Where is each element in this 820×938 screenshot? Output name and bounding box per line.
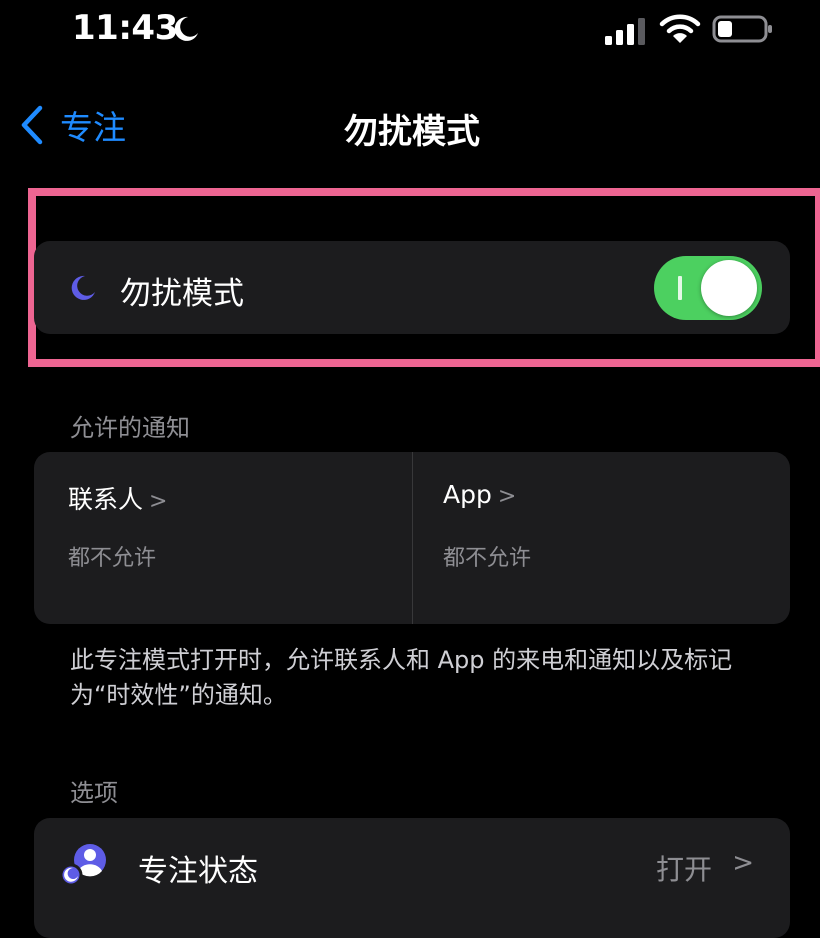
wifi-icon — [659, 14, 701, 43]
people-value: 都不允许 — [68, 546, 157, 571]
focus-status-label: 专注状态 — [138, 854, 258, 889]
navigation-bar: 专注 勿扰模式 — [0, 88, 820, 158]
focus-status-value: 打开 — [655, 853, 712, 886]
options-header: 选项 — [70, 779, 118, 807]
dnd-toggle-switch[interactable] — [654, 256, 762, 320]
allowed-notifications-header: 允许的通知 — [70, 414, 190, 442]
focus-status-row[interactable]: 专注状态 打开 > — [34, 818, 790, 938]
page-title: 勿扰模式 — [344, 112, 480, 152]
allowed-notifications-footnote: 此专注模式打开时，允许联系人和 App 的来电和通知以及标记为“时效性”的通知。 — [70, 646, 733, 709]
apps-value: 都不允许 — [443, 546, 532, 571]
signal-icon — [605, 18, 645, 45]
moon-icon — [71, 275, 95, 300]
chevron-right-icon: > — [732, 848, 754, 878]
apps-cell[interactable]: App > 都不允许 — [412, 452, 790, 624]
people-cell[interactable]: 联系人 > 都不允许 — [34, 452, 412, 624]
moon-icon — [174, 16, 198, 41]
chevron-right-icon: > — [497, 484, 517, 509]
toggle-on-mark — [678, 276, 682, 300]
chevron-right-icon: > — [149, 489, 168, 514]
status-time: 11:43 — [72, 8, 178, 48]
focus-status-icon — [59, 844, 106, 887]
dnd-label: 勿扰模式 — [120, 276, 244, 312]
status-bar: 11:43 — [0, 0, 820, 70]
apps-title: App > — [443, 480, 517, 509]
people-title: 联系人 > — [68, 485, 168, 514]
dnd-toggle-row: 勿扰模式 — [34, 241, 790, 334]
battery-icon — [712, 15, 772, 43]
toggle-knob — [701, 260, 757, 316]
allowed-notifications-card: 联系人 > 都不允许 App > 都不允许 — [34, 452, 790, 624]
